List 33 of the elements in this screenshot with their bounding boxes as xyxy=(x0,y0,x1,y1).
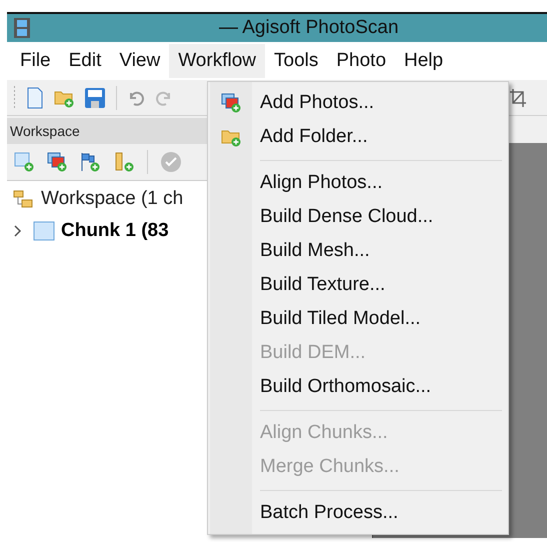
toolbar-grip-icon xyxy=(13,86,16,110)
menu-title[interactable]: Help xyxy=(395,44,452,78)
add-chunk-icon[interactable] xyxy=(13,152,35,172)
menu-title[interactable]: Workflow xyxy=(169,44,265,78)
save-icon[interactable] xyxy=(84,86,106,108)
menu-item[interactable]: Build Orthomosaic... xyxy=(260,375,432,399)
menu-title[interactable]: File xyxy=(11,44,60,78)
menu-title[interactable]: Tools xyxy=(265,44,328,78)
window-title: — Agisoft PhotoScan xyxy=(219,16,399,40)
menu-title[interactable]: Photo xyxy=(327,44,396,78)
tree-item[interactable]: Workspace (1 ch xyxy=(41,184,184,214)
panel-title: Workspace xyxy=(10,122,80,141)
menu-item[interactable]: Batch Process... xyxy=(260,501,398,525)
workspace-icon xyxy=(13,189,35,209)
menu-item[interactable]: Build Dense Cloud... xyxy=(260,205,434,229)
menu-title[interactable]: Edit xyxy=(60,44,110,78)
menu-title[interactable]: View xyxy=(110,44,170,78)
menu-item[interactable]: Align Photos... xyxy=(260,171,383,195)
app-icon xyxy=(13,17,31,39)
chunk-icon xyxy=(33,221,55,241)
add-markers-icon[interactable] xyxy=(79,152,101,172)
menu-item[interactable]: Add Photos... xyxy=(260,91,374,115)
menu-item[interactable]: Build Texture... xyxy=(260,273,386,297)
menu-item[interactable]: Build Mesh... xyxy=(260,239,370,263)
add-photos-icon xyxy=(221,93,241,113)
add-scalebar-icon[interactable] xyxy=(113,152,135,172)
check-icon[interactable] xyxy=(160,151,182,173)
add-photos-icon xyxy=(47,152,67,172)
menu-item[interactable]: Build Tiled Model... xyxy=(260,307,421,331)
tree-item[interactable]: Chunk 1 (83 xyxy=(61,216,169,246)
new-document-icon[interactable] xyxy=(26,86,44,108)
menu-item[interactable]: Add Folder... xyxy=(260,125,368,149)
crop-icon[interactable] xyxy=(509,88,527,108)
